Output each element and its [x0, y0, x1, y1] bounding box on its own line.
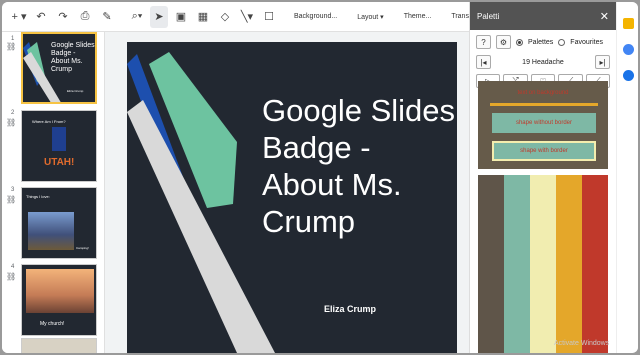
favourites-label: Favourites	[570, 38, 603, 46]
background-button[interactable]: Background...	[290, 13, 341, 20]
new-slide-button[interactable]: + ▾	[10, 6, 28, 28]
toolbar: + ▾ ↶ ↷ ⎙ ✎ ⌕▾ ➤ ▣ ▦ ◇ ╲▾ ☐ Background..…	[2, 2, 488, 32]
gear-icon[interactable]: ⚙	[496, 35, 511, 49]
paint-format-icon[interactable]: ✎	[98, 6, 116, 28]
help-icon[interactable]: ?	[476, 35, 491, 49]
palette-nav-row: |◂ 19 Headache ▸|	[476, 54, 610, 70]
swatch-2[interactable]	[504, 175, 530, 353]
thumb-caption: My church!	[40, 321, 65, 327]
palette-preview[interactable]: text on background shape without border …	[478, 81, 608, 169]
thumb-footer: Eliza Crump	[67, 89, 84, 93]
thumb-title: Where Am I From?	[32, 119, 66, 124]
comment-icon[interactable]: ☐	[260, 6, 278, 28]
panel-header: Paletti ✕	[470, 2, 616, 30]
textbox-icon[interactable]: ▣	[172, 6, 190, 28]
swatch-4[interactable]	[556, 175, 582, 353]
tasks-icon[interactable]	[623, 44, 634, 55]
swatch-5[interactable]	[582, 175, 608, 353]
keep-icon[interactable]	[623, 18, 634, 29]
church-photo	[26, 269, 94, 313]
line-icon[interactable]: ╲▾	[238, 6, 256, 28]
preview-accent-bar	[490, 103, 598, 106]
thumb-caption: Camping!	[76, 246, 89, 250]
preview-text-on-bg: text on background	[517, 90, 569, 96]
layout-button[interactable]: Layout ▾	[353, 13, 387, 21]
paletti-panel: Paletti ✕ ? ⚙ Palettes Favourites |◂ 19 …	[469, 2, 616, 353]
editor-canvas: Google Slides Badge - About Ms. Crump El…	[105, 32, 469, 353]
undo-icon[interactable]: ↶	[32, 6, 50, 28]
select-icon[interactable]: ➤	[150, 5, 168, 28]
side-panel-strip	[616, 2, 638, 353]
link-icon: ⛓	[6, 195, 17, 204]
prev-palette-icon[interactable]: |◂	[476, 55, 491, 69]
link-icon: ⛓	[6, 42, 17, 51]
zoom-icon[interactable]: ⌕▾	[128, 6, 146, 28]
panel-options-row: ? ⚙ Palettes Favourites	[476, 34, 610, 50]
current-slide[interactable]: Google Slides Badge - About Ms. Crump El…	[127, 42, 457, 353]
link-icon: ⛓	[6, 118, 17, 127]
slide-number: 3	[11, 187, 15, 193]
close-icon[interactable]: ✕	[600, 10, 609, 23]
window: + ▾ ↶ ↷ ⎙ ✎ ⌕▾ ➤ ▣ ▦ ◇ ╲▾ ☐ Background..…	[2, 2, 638, 353]
palettes-label: Palettes	[528, 38, 554, 46]
watermark-text: Activate Windows	[554, 340, 610, 347]
slide-filmstrip: 1 ⛓ Google Slides Badge - About Ms. Crum…	[2, 32, 105, 353]
palette-name: 19 Headache	[522, 58, 564, 66]
slide-number: 4	[11, 264, 15, 270]
calendar-icon[interactable]	[623, 70, 634, 81]
print-icon[interactable]: ⎙	[76, 6, 94, 28]
slide-title[interactable]: Google Slides Badge - About Ms. Crump	[262, 92, 457, 240]
palettes-radio[interactable]	[516, 38, 523, 46]
swatch-3[interactable]	[530, 175, 556, 353]
thumb-title: Things I love:	[26, 194, 50, 199]
link-icon: ⛓	[6, 272, 17, 281]
swatch-1[interactable]	[478, 175, 504, 353]
shape-icon[interactable]: ◇	[216, 6, 234, 28]
utah-shape	[52, 127, 66, 151]
panel-title: Paletti	[477, 11, 500, 21]
favourites-radio[interactable]	[558, 38, 566, 46]
next-palette-icon[interactable]: ▸|	[595, 55, 610, 69]
redo-icon[interactable]: ↷	[54, 6, 72, 28]
theme-button[interactable]: Theme...	[400, 13, 436, 20]
slide-number: 2	[11, 110, 15, 116]
thumb-word: UTAH!	[44, 157, 75, 168]
preview-shape-no-border: shape without border	[492, 113, 596, 133]
camping-photo	[28, 212, 74, 250]
thumb-title: Google Slides Badge - About Ms. Crump	[51, 42, 95, 73]
image-icon[interactable]: ▦	[194, 6, 212, 28]
preview-shape-border: shape with border	[492, 141, 596, 161]
palette-swatches	[478, 175, 608, 353]
slide-subtitle[interactable]: Eliza Crump	[324, 304, 376, 314]
